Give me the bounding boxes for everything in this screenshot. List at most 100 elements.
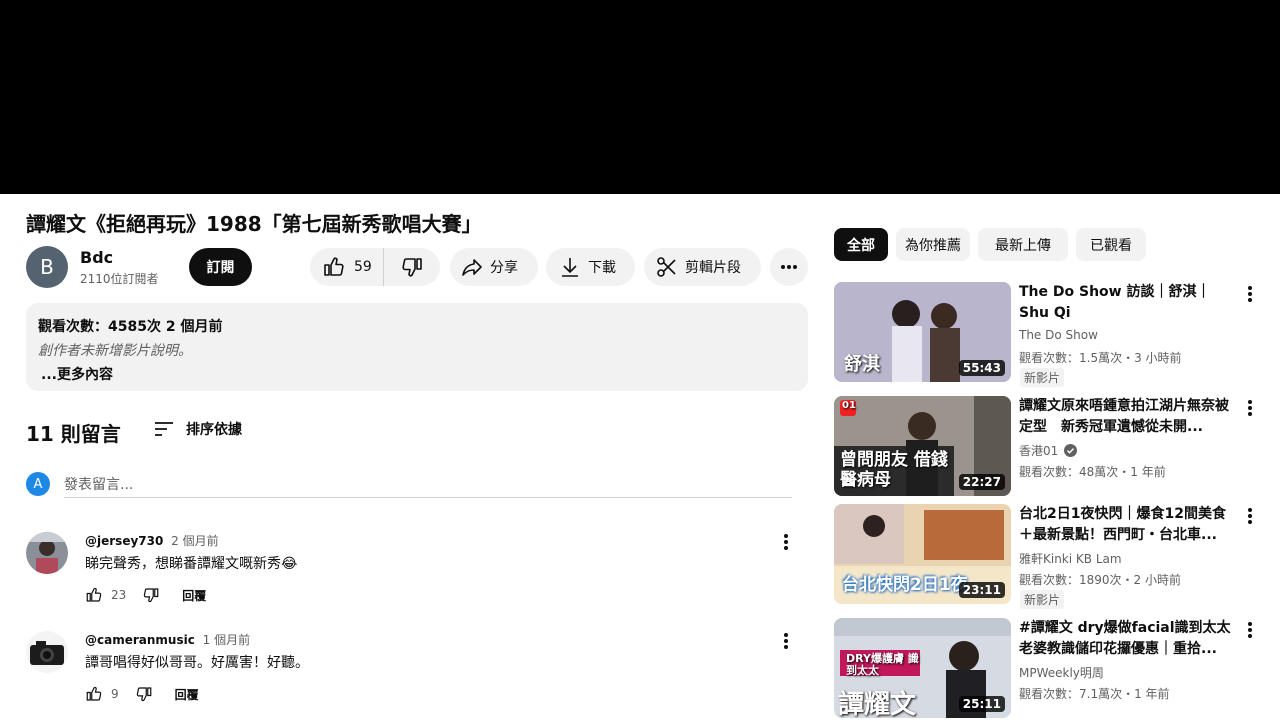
channel-name[interactable]: 雅軒Kinki KB Lam	[1019, 550, 1122, 567]
sort-icon	[155, 422, 173, 436]
more-vertical-icon	[784, 534, 788, 550]
more-vertical-icon	[1248, 400, 1252, 416]
video-title[interactable]: 譚耀文原來唔鍾意拍江湖片無奈被定型 新秀冠軍遺憾從未開...	[1019, 396, 1233, 438]
comments-count: 11 則留言	[26, 422, 121, 446]
clip-label: 剪輯片段	[685, 260, 741, 276]
video-menu-button[interactable]	[1244, 506, 1256, 530]
comment-author[interactable]: @cameranmusic	[85, 633, 195, 647]
sort-label: 排序依據	[186, 422, 242, 438]
comment-menu-button[interactable]	[776, 532, 796, 556]
comment-time[interactable]: 1 個月前	[203, 633, 250, 647]
thumbnail-caption: 曾問朋友 借錢醫病母	[840, 450, 948, 490]
filter-chips: 全部 為你推薦 最新上傳 已觀看	[834, 228, 1154, 261]
video-title: 譚耀文《拒絕再玩》1988「第七屆新秀歌唱大賽」	[26, 212, 482, 236]
thumbs-up-icon[interactable]	[85, 685, 103, 703]
thumbnail-caption: 台北快閃2日1夜	[842, 575, 968, 595]
video-stats: 觀看次數：1890次・2 小時前	[1019, 573, 1181, 587]
comment-like-count: 23	[111, 588, 127, 602]
video-duration: 55:43	[958, 360, 1005, 376]
comment-text: 睇完聲秀，想睇番譚耀文嘅新秀😂	[85, 556, 298, 572]
comment-time[interactable]: 2 個月前	[171, 534, 218, 548]
share-button[interactable]: 分享	[450, 248, 538, 286]
comment-input[interactable]	[64, 472, 792, 498]
like-dislike-group: 59	[310, 248, 440, 286]
subscriber-count: 2110位訂閱者	[80, 272, 159, 286]
share-icon	[462, 259, 482, 276]
more-vertical-icon	[1248, 286, 1252, 302]
comment-actions: 23 回覆	[85, 586, 206, 604]
dislike-button[interactable]	[384, 248, 440, 286]
like-button[interactable]: 59	[310, 248, 384, 286]
download-label: 下載	[588, 260, 616, 276]
more-vertical-icon	[1248, 622, 1252, 638]
channel-row[interactable]: 香港01	[1019, 442, 1078, 459]
video-stats: 觀看次數：1.5萬次・3 小時前	[1019, 351, 1182, 365]
description-box[interactable]: 觀看次數：4585次 2 個月前 創作者未新增影片說明。 ...更多內容	[26, 303, 808, 391]
verified-icon	[1064, 444, 1078, 457]
chip-watched[interactable]: 已觀看	[1076, 228, 1146, 261]
comment-author[interactable]: @jersey730	[85, 534, 163, 548]
reply-button[interactable]: 回覆	[175, 686, 199, 703]
video-title[interactable]: 台北2日1夜快閃｜爆食12間美食＋最新景點！西門町・台北車...	[1019, 504, 1233, 546]
comment-header: @jersey730 2 個月前	[85, 532, 219, 549]
comment-actions: 9 回覆	[85, 685, 199, 703]
thumbnail-caption: 舒淇	[844, 354, 880, 375]
thumbs-down-icon	[402, 258, 422, 277]
commenter-avatar[interactable]	[26, 631, 68, 673]
like-count: 59	[354, 259, 372, 275]
video-thumbnail[interactable]: 舒淇 55:43	[834, 282, 1011, 382]
video-menu-button[interactable]	[1244, 620, 1256, 644]
thumbs-up-icon[interactable]	[85, 586, 103, 604]
channel-name[interactable]: The Do Show	[1019, 328, 1098, 342]
recommended-video[interactable]: DRY爆護膚 識到太太 譚耀文 25:11 #譚耀文 dry爆做facial識到…	[834, 618, 1264, 718]
thumbnail-caption: DRY爆護膚 識到太太	[846, 652, 919, 677]
video-thumbnail[interactable]: 01 曾問朋友 借錢醫病母 22:27	[834, 396, 1011, 496]
recommended-video[interactable]: 01 曾問朋友 借錢醫病母 22:27 譚耀文原來唔鍾意拍江湖片無奈被定型 新秀…	[834, 396, 1264, 496]
scissors-icon	[657, 257, 676, 277]
channel-avatar[interactable]: B	[26, 246, 68, 288]
video-menu-button[interactable]	[1244, 284, 1256, 308]
download-button[interactable]: 下載	[546, 248, 635, 286]
chip-recommended[interactable]: 為你推薦	[896, 228, 970, 261]
channel-name[interactable]: MPWeekly明周	[1019, 664, 1104, 681]
video-duration: 25:11	[958, 696, 1005, 712]
new-video-badge: 新影片	[1020, 590, 1065, 609]
description-text: 創作者未新增影片說明。	[38, 343, 192, 359]
comment-like-count: 9	[111, 687, 119, 701]
view-stats: 觀看次數：4585次 2 個月前	[38, 319, 223, 335]
video-title[interactable]: #譚耀文 dry爆做facial識到太太 老婆教識儲印花攞優惠｜重拾...	[1019, 618, 1233, 660]
channel-name[interactable]: Bdc	[80, 248, 113, 267]
video-title[interactable]: The Do Show 訪談｜舒淇｜Shu Qi	[1019, 282, 1233, 324]
clip-button[interactable]: 剪輯片段	[644, 248, 761, 286]
comment-text: 譚哥唱得好似哥哥。好厲害！好聽。	[85, 655, 309, 671]
reply-button[interactable]: 回覆	[182, 587, 206, 604]
channel-name: 香港01	[1019, 444, 1059, 458]
comment-header: @cameranmusic 1 個月前	[85, 631, 250, 648]
new-video-badge: 新影片	[1020, 368, 1065, 387]
sort-comments-button[interactable]: 排序依據	[152, 417, 242, 441]
thumbs-down-icon[interactable]	[142, 586, 160, 604]
video-player[interactable]	[0, 0, 1280, 194]
video-duration: 23:11	[958, 582, 1005, 598]
show-more-link[interactable]: ...更多內容	[38, 364, 796, 384]
recommended-video[interactable]: 台北快閃2日1夜 23:11 台北2日1夜快閃｜爆食12間美食＋最新景點！西門町…	[834, 504, 1264, 609]
video-thumbnail[interactable]: 台北快閃2日1夜 23:11	[834, 504, 1011, 604]
chip-all[interactable]: 全部	[834, 228, 888, 261]
video-stats: 觀看次數：7.1萬次・1 年前	[1019, 687, 1170, 701]
my-avatar: A	[26, 472, 50, 496]
recommended-video[interactable]: 舒淇 55:43 The Do Show 訪談｜舒淇｜Shu Qi The Do…	[834, 282, 1264, 387]
commenter-avatar[interactable]	[26, 532, 68, 574]
share-label: 分享	[490, 260, 518, 276]
thumbs-down-icon[interactable]	[135, 685, 153, 703]
more-actions-button[interactable]	[770, 248, 808, 286]
video-menu-button[interactable]	[1244, 398, 1256, 422]
chip-latest[interactable]: 最新上傳	[978, 228, 1068, 261]
subscribe-button[interactable]: 訂閱	[189, 248, 252, 286]
video-stats: 觀看次數：48萬次・1 年前	[1019, 465, 1166, 479]
comment-menu-button[interactable]	[776, 631, 796, 655]
download-icon	[562, 258, 578, 277]
video-thumbnail[interactable]: DRY爆護膚 識到太太 譚耀文 25:11	[834, 618, 1011, 718]
video-duration: 22:27	[958, 474, 1005, 490]
thumbnail-caption-name: 譚耀文	[838, 690, 917, 718]
more-vertical-icon	[1248, 508, 1252, 524]
